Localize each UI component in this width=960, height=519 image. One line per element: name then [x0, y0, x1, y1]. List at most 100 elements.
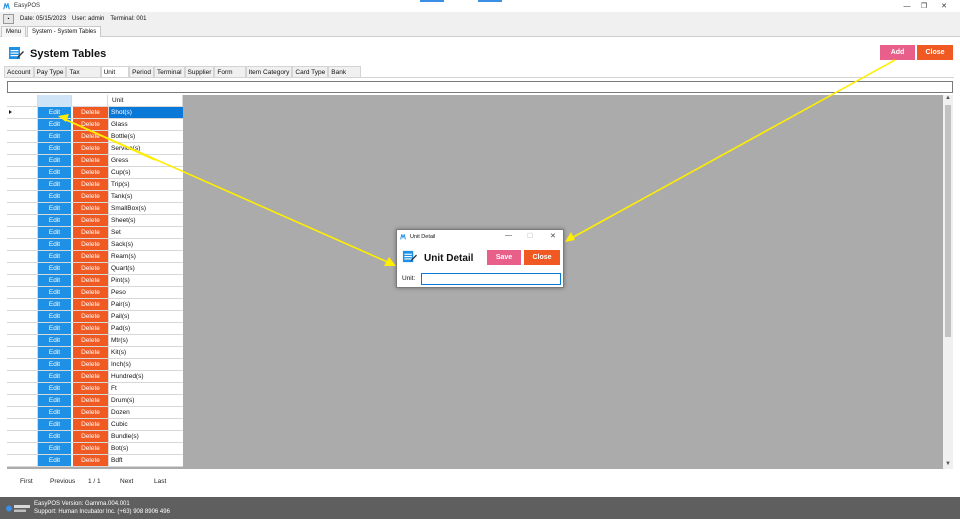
- edit-button[interactable]: Edit: [38, 407, 72, 418]
- delete-button[interactable]: Delete: [73, 215, 108, 226]
- unit-cell[interactable]: Set: [108, 227, 183, 238]
- edit-button[interactable]: Edit: [38, 443, 72, 454]
- window-close-button[interactable]: ✕: [934, 0, 954, 12]
- unit-cell[interactable]: Gress: [108, 155, 183, 166]
- table-row[interactable]: Edit Delete Cup(s): [7, 167, 183, 179]
- row-selector[interactable]: [7, 191, 38, 202]
- table-row[interactable]: Edit Delete Hundred(s): [7, 371, 183, 383]
- table-row[interactable]: Edit Delete Sack(s): [7, 239, 183, 251]
- edit-button[interactable]: Edit: [38, 107, 72, 118]
- table-row[interactable]: Edit Delete SmallBox(s): [7, 203, 183, 215]
- table-row[interactable]: Edit Delete Cubic: [7, 419, 183, 431]
- delete-button[interactable]: Delete: [73, 383, 108, 394]
- unit-cell[interactable]: Cup(s): [108, 167, 183, 178]
- row-selector[interactable]: [7, 263, 38, 274]
- unit-cell[interactable]: Drum(s): [108, 395, 183, 406]
- delete-button[interactable]: Delete: [73, 443, 108, 454]
- unit-cell[interactable]: Pint(s): [108, 275, 183, 286]
- unit-cell[interactable]: Shot(s): [108, 107, 183, 118]
- table-row[interactable]: Edit Delete Sheet(s): [7, 215, 183, 227]
- table-row[interactable]: Edit Delete Inch(s): [7, 359, 183, 371]
- delete-button[interactable]: Delete: [73, 251, 108, 262]
- delete-button[interactable]: Delete: [73, 275, 108, 286]
- row-selector[interactable]: [7, 311, 38, 322]
- scroll-thumb[interactable]: [945, 105, 951, 337]
- unit-cell[interactable]: Peso: [108, 287, 183, 298]
- row-selector[interactable]: [7, 167, 38, 178]
- table-row[interactable]: Edit Delete Pint(s): [7, 275, 183, 287]
- table-row[interactable]: Edit Delete Dozen: [7, 407, 183, 419]
- close-button[interactable]: Close: [917, 45, 953, 60]
- vertical-scrollbar[interactable]: ▲ ▼: [943, 95, 953, 469]
- table-row[interactable]: Edit Delete Ream(s): [7, 251, 183, 263]
- table-row[interactable]: Edit Delete Shot(s): [7, 107, 183, 119]
- delete-button[interactable]: Delete: [73, 227, 108, 238]
- row-selector[interactable]: [7, 143, 38, 154]
- edit-button[interactable]: Edit: [38, 143, 72, 154]
- edit-button[interactable]: Edit: [38, 131, 72, 142]
- row-selector[interactable]: [7, 323, 38, 334]
- delete-button[interactable]: Delete: [73, 323, 108, 334]
- delete-button[interactable]: Delete: [73, 107, 108, 118]
- row-selector[interactable]: [7, 251, 38, 262]
- table-row[interactable]: Edit Delete Ft: [7, 383, 183, 395]
- edit-button[interactable]: Edit: [38, 155, 72, 166]
- delete-button[interactable]: Delete: [73, 263, 108, 274]
- unit-input[interactable]: [421, 273, 561, 285]
- table-row[interactable]: Edit Delete Pad(s): [7, 323, 183, 335]
- row-selector[interactable]: [7, 443, 38, 454]
- table-row[interactable]: Edit Delete Quart(s): [7, 263, 183, 275]
- table-row[interactable]: Edit Delete Bundle(s): [7, 431, 183, 443]
- row-selector[interactable]: [7, 131, 38, 142]
- row-selector[interactable]: [7, 407, 38, 418]
- edit-button[interactable]: Edit: [38, 203, 72, 214]
- table-row[interactable]: Edit Delete Pair(s): [7, 299, 183, 311]
- unit-cell[interactable]: Pail(s): [108, 311, 183, 322]
- row-selector[interactable]: [7, 431, 38, 442]
- scroll-up-icon[interactable]: ▲: [945, 95, 951, 103]
- table-row[interactable]: Edit Delete Kit(s): [7, 347, 183, 359]
- unit-cell[interactable]: Ft: [108, 383, 183, 394]
- dialog-window-close-button[interactable]: ✕: [550, 232, 556, 240]
- previous-page-button[interactable]: Previous: [50, 478, 75, 485]
- last-page-button[interactable]: Last: [154, 478, 166, 485]
- edit-button[interactable]: Edit: [38, 323, 72, 334]
- edit-button[interactable]: Edit: [38, 347, 72, 358]
- delete-button[interactable]: Delete: [73, 419, 108, 430]
- unit-cell[interactable]: Pad(s): [108, 323, 183, 334]
- row-selector[interactable]: [7, 227, 38, 238]
- row-selector[interactable]: [7, 359, 38, 370]
- delete-button[interactable]: Delete: [73, 239, 108, 250]
- unit-cell[interactable]: Pair(s): [108, 299, 183, 310]
- edit-button[interactable]: Edit: [38, 335, 72, 346]
- delete-button[interactable]: Delete: [73, 155, 108, 166]
- tab-menu[interactable]: Menu: [1, 26, 27, 37]
- unit-cell[interactable]: Kit(s): [108, 347, 183, 358]
- row-selector[interactable]: [7, 395, 38, 406]
- row-selector[interactable]: [7, 119, 38, 130]
- row-selector[interactable]: [7, 275, 38, 286]
- unit-cell[interactable]: Mtr(s): [108, 335, 183, 346]
- table-row[interactable]: Edit Delete Service(s): [7, 143, 183, 155]
- delete-button[interactable]: Delete: [73, 203, 108, 214]
- unit-cell[interactable]: Inch(s): [108, 359, 183, 370]
- edit-button[interactable]: Edit: [38, 287, 72, 298]
- unit-cell[interactable]: Quart(s): [108, 263, 183, 274]
- unit-cell[interactable]: Dozen: [108, 407, 183, 418]
- delete-button[interactable]: Delete: [73, 287, 108, 298]
- edit-button[interactable]: Edit: [38, 311, 72, 322]
- unit-cell[interactable]: Glass: [108, 119, 183, 130]
- edit-button[interactable]: Edit: [38, 119, 72, 130]
- edit-button[interactable]: Edit: [38, 383, 72, 394]
- delete-button[interactable]: Delete: [73, 455, 108, 466]
- edit-button[interactable]: Edit: [38, 419, 72, 430]
- edit-button[interactable]: Edit: [38, 239, 72, 250]
- delete-button[interactable]: Delete: [73, 131, 108, 142]
- row-selector[interactable]: [7, 347, 38, 358]
- unit-cell[interactable]: Service(s): [108, 143, 183, 154]
- table-row[interactable]: Edit Delete Set: [7, 227, 183, 239]
- row-selector[interactable]: [7, 203, 38, 214]
- edit-button[interactable]: Edit: [38, 191, 72, 202]
- table-row[interactable]: Edit Delete Gress: [7, 155, 183, 167]
- delete-button[interactable]: Delete: [73, 359, 108, 370]
